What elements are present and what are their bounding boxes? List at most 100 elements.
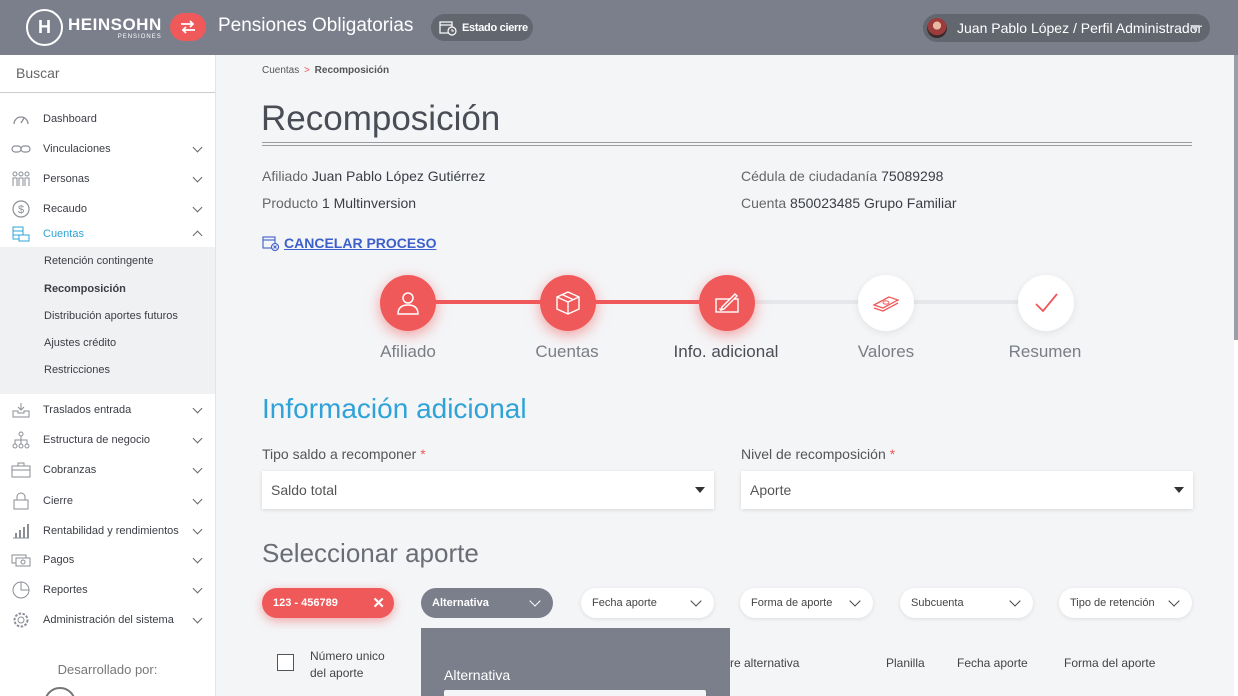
chevron-down-icon — [192, 433, 203, 444]
breadcrumb-separator: > — [304, 65, 310, 76]
filter-label: Forma de aporte — [751, 597, 833, 609]
tipo-saldo-label: Tipo saldo a recomponer * — [262, 446, 426, 462]
afiliado-value: Juan Pablo López Gutiérrez — [311, 168, 486, 184]
breadcrumb: Cuentas > Recomposición — [262, 65, 389, 76]
col-planilla[interactable]: Planilla — [886, 656, 925, 670]
box-icon — [556, 291, 580, 315]
page-scrollbar[interactable] — [1234, 55, 1238, 696]
sidebar-item-dashboard[interactable]: Dashboard — [0, 105, 215, 133]
top-bar: H HEINSOHN PENSIONES Pensiones Obligator… — [0, 0, 1238, 55]
sidebar-item-administracion[interactable]: Administración del sistema — [0, 606, 215, 634]
cuenta-value: 850023485 Grupo Familiar — [790, 195, 957, 211]
module-title: Pensiones Obligatorias — [218, 15, 414, 36]
step-label-resumen: Resumen — [1008, 342, 1082, 361]
col-fecha-aporte[interactable]: Fecha aporte — [957, 656, 1028, 670]
filter-fecha-aporte[interactable]: Fecha aporte — [581, 588, 714, 618]
filter-alternativa[interactable]: Alternativa — [421, 588, 553, 618]
dollar-icon: $ — [11, 200, 31, 218]
filter-subcuenta[interactable]: Subcuenta — [900, 588, 1033, 618]
filter-forma-aporte[interactable]: Forma de aporte — [740, 588, 873, 618]
chevron-down-icon — [192, 583, 203, 594]
required-mark: * — [420, 446, 426, 462]
col-alternativa[interactable]: re alternativa — [730, 656, 799, 670]
submenu-item-retencion[interactable]: Retención contingente — [44, 255, 153, 267]
sidebar-item-pagos[interactable]: Pagos — [0, 546, 215, 574]
estado-cierre-label: Estado cierre — [462, 21, 528, 34]
sidebar-item-label: Pagos — [43, 554, 75, 566]
col-numero-line2: del aporte — [310, 666, 364, 680]
close-icon[interactable]: ✕ — [372, 594, 385, 612]
sidebar-item-personas[interactable]: Personas — [0, 165, 215, 193]
sidebar-item-estructura[interactable]: Estructura de negocio — [0, 426, 215, 454]
sidebar-item-cuentas[interactable]: Cuentas — [0, 220, 215, 248]
col-forma-aporte[interactable]: Forma del aporte — [1064, 656, 1155, 670]
sidebar-item-traslados[interactable]: Traslados entrada — [0, 396, 215, 424]
cancel-process[interactable]: CANCELAR PROCESO — [262, 235, 436, 251]
switch-module-button[interactable] — [170, 13, 206, 41]
dropdown-option-alternativa[interactable]: Alternativa — [444, 667, 510, 683]
step-valores[interactable] — [858, 275, 914, 331]
estado-cierre-button[interactable]: Estado cierre — [431, 14, 533, 41]
cancel-process-link[interactable]: CANCELAR PROCESO — [284, 235, 436, 251]
scrollbar-thumb[interactable] — [1234, 55, 1238, 340]
col-numero-aporte[interactable]: Número unico del aporte — [310, 648, 385, 682]
tipo-saldo-text: Tipo saldo a recomponer — [262, 446, 417, 462]
page-title: Recomposición — [261, 99, 501, 138]
edit-icon — [715, 293, 739, 313]
col-numero-line1: Número unico — [310, 649, 385, 663]
inbox-icon — [11, 401, 31, 419]
heinsohn-logo[interactable]: H HEINSOHN PENSIONES — [26, 9, 162, 46]
cuentas-submenu: Retención contingente Recomposición Dist… — [0, 247, 215, 394]
submenu-item-distribucion[interactable]: Distribución aportes futuros — [44, 310, 178, 322]
sidebar-item-cierre[interactable]: Cierre — [0, 487, 215, 515]
user-label: Juan Pablo López / Perfil Administrador — [957, 20, 1203, 36]
search-input[interactable]: Buscar — [0, 55, 215, 93]
step-info-adicional[interactable] — [699, 275, 755, 331]
logo-mark-icon: H — [26, 9, 63, 46]
submenu-item-recomposicion[interactable]: Recomposición — [44, 283, 126, 295]
chevron-down-icon — [192, 613, 203, 624]
cedula-label: Cédula de ciudadanía — [741, 168, 878, 184]
step-cuentas[interactable] — [540, 275, 596, 331]
cedula-value: 75089298 — [881, 168, 944, 184]
chevron-down-icon — [192, 172, 203, 183]
calendar-cancel-icon — [262, 236, 280, 251]
chevron-down-icon — [849, 595, 861, 607]
cuenta-info: Cuenta 850023485 Grupo Familiar — [741, 195, 957, 211]
nivel-select[interactable]: Aporte — [741, 471, 1193, 509]
check-icon — [1035, 293, 1058, 313]
filter-alternativa-label: Alternativa — [432, 597, 489, 609]
tipo-saldo-select[interactable]: Saldo total — [262, 471, 714, 509]
pie-chart-icon — [11, 581, 31, 599]
people-icon — [11, 170, 31, 188]
step-label-info-adicional: Info. adicional — [673, 342, 779, 361]
filter-tipo-retencion[interactable]: Tipo de retención — [1059, 588, 1192, 618]
breadcrumb-parent[interactable]: Cuentas — [262, 65, 299, 76]
dropdown-search-field[interactable] — [444, 690, 706, 696]
user-menu-button[interactable]: Juan Pablo López / Perfil Administrador — [923, 14, 1210, 42]
nivel-text: Nivel de recomposición — [741, 446, 886, 462]
sidebar-item-label: Cuentas — [43, 228, 84, 240]
step-resumen[interactable] — [1018, 275, 1074, 331]
sidebar-item-cobranzas[interactable]: Cobranzas — [0, 456, 215, 484]
filter-label: Tipo de retención — [1070, 597, 1155, 609]
select-all-checkbox[interactable] — [277, 654, 294, 671]
cuenta-label: Cuenta — [741, 195, 787, 211]
sidebar-item-label: Rentabilidad y rendimientos — [43, 525, 179, 537]
sidebar-item-rentabilidad[interactable]: Rentabilidad y rendimientos — [0, 517, 215, 545]
afiliado-info: Afiliado Juan Pablo López Gutiérrez — [262, 168, 485, 184]
submenu-item-ajustes[interactable]: Ajustes crédito — [44, 337, 116, 349]
step-afiliado[interactable] — [380, 275, 436, 331]
active-filter-chip[interactable]: 123 - 456789 ✕ — [262, 588, 394, 618]
caret-down-icon — [1174, 487, 1184, 493]
step-label-valores: Valores — [857, 342, 915, 361]
sidebar-item-recaudo[interactable]: $ Recaudo — [0, 195, 215, 223]
sidebar-item-label: Personas — [43, 173, 90, 185]
sidebar-item-reportes[interactable]: Reportes — [0, 576, 215, 604]
chevron-down-icon — [192, 494, 203, 505]
logo-sub: PENSIONES — [117, 33, 162, 40]
submenu-item-restricciones[interactable]: Restricciones — [44, 364, 110, 376]
chevron-down-icon — [529, 595, 541, 607]
chevron-down-icon — [1168, 595, 1180, 607]
sidebar-item-vinculaciones[interactable]: Vinculaciones — [0, 135, 215, 163]
